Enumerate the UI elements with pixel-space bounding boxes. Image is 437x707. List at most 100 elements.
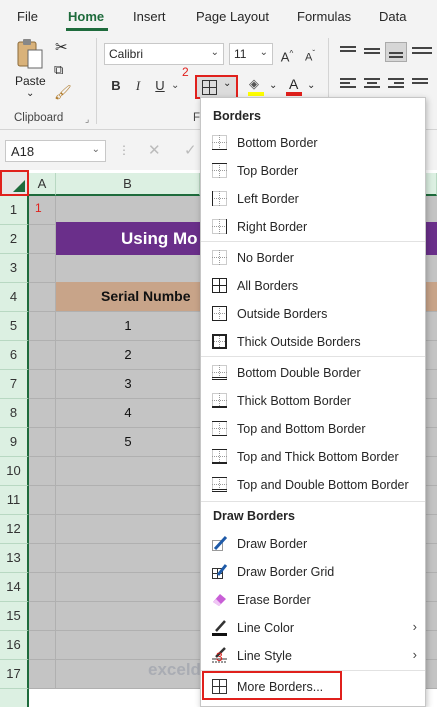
grid-cell[interactable]	[29, 515, 56, 544]
tab-file[interactable]: File	[17, 9, 38, 24]
menu-item-bottom-border[interactable]: Bottom Border	[201, 129, 425, 157]
increase-font-button[interactable]: A^	[277, 44, 297, 64]
chevron-down-icon[interactable]: ⌄	[171, 80, 179, 91]
paste-chevron-icon[interactable]: ⌄	[26, 88, 34, 99]
cancel-icon[interactable]: ✕	[148, 141, 161, 159]
tab-insert[interactable]: Insert	[133, 9, 166, 24]
font-color-button[interactable]: A	[284, 76, 304, 98]
menu-item-thick-bottom-border[interactable]: Thick Bottom Border	[201, 387, 425, 415]
grid-cell[interactable]	[29, 428, 56, 457]
row-header[interactable]: 13	[0, 544, 29, 573]
menu-item-all-borders[interactable]: All Borders	[201, 272, 425, 300]
row-header[interactable]: 1	[0, 196, 29, 225]
cut-icon[interactable]: ✂	[55, 38, 68, 56]
dialog-launcher-icon[interactable]: ⌟	[85, 114, 89, 125]
row-header[interactable]: 8	[0, 399, 29, 428]
align-center-icon[interactable]	[364, 78, 380, 92]
grid-cell[interactable]	[29, 457, 56, 486]
grid-cell[interactable]	[29, 312, 56, 341]
italic-button[interactable]: I	[128, 76, 148, 96]
menu-item-right-border[interactable]: Right Border	[201, 213, 425, 241]
serial-cell[interactable]: 1	[56, 312, 200, 341]
menu-item-top-border[interactable]: Top Border	[201, 157, 425, 185]
grid-cell[interactable]	[29, 573, 56, 602]
grid-cell[interactable]	[29, 341, 56, 370]
column-header-b[interactable]: B	[56, 173, 200, 196]
align-right-icon[interactable]	[388, 78, 404, 92]
grid-cell[interactable]	[29, 544, 56, 573]
grid-cell[interactable]	[56, 457, 200, 486]
grid-cell[interactable]	[29, 196, 56, 225]
tab-home[interactable]: Home	[68, 9, 104, 24]
underline-button[interactable]: U	[150, 76, 170, 96]
grid-cell[interactable]	[56, 486, 200, 515]
grid-cell[interactable]	[56, 631, 200, 660]
menu-item-bottom-double-border[interactable]: Bottom Double Border	[201, 359, 425, 387]
select-all-button[interactable]	[0, 170, 29, 196]
grid-cell[interactable]	[56, 196, 200, 225]
serial-cell[interactable]: 2	[56, 341, 200, 370]
grid-cell[interactable]	[29, 370, 56, 399]
row-header[interactable]: 17	[0, 660, 29, 689]
tab-formulas[interactable]: Formulas	[297, 9, 351, 24]
grid-cell[interactable]	[56, 254, 200, 283]
bottom-align-button[interactable]	[385, 42, 407, 62]
row-header[interactable]: 12	[0, 515, 29, 544]
menu-item-line-style[interactable]: Line Style ›	[201, 642, 425, 670]
bold-button[interactable]: B	[106, 76, 126, 96]
row-header[interactable]: 10	[0, 457, 29, 486]
name-box[interactable]: A18 ⌄	[5, 140, 106, 162]
grid-cell[interactable]	[29, 602, 56, 631]
menu-item-left-border[interactable]: Left Border	[201, 185, 425, 213]
chevron-down-icon[interactable]: ⌄	[307, 80, 315, 91]
format-painter-icon[interactable]: 🖌	[54, 84, 72, 101]
grid-cell[interactable]	[29, 254, 56, 283]
grid-cell[interactable]	[56, 544, 200, 573]
align-left-icon[interactable]	[340, 78, 356, 92]
middle-align-icon[interactable]	[364, 44, 380, 58]
serial-cell[interactable]: 5	[56, 428, 200, 457]
grid-cell[interactable]	[29, 660, 56, 689]
grid-cell[interactable]	[56, 573, 200, 602]
menu-item-top-and-bottom-border[interactable]: Top and Bottom Border	[201, 415, 425, 443]
menu-item-top-and-double-bottom-border[interactable]: Top and Double Bottom Border	[201, 471, 425, 499]
row-header[interactable]: 11	[0, 486, 29, 515]
grid-cell[interactable]	[29, 283, 56, 312]
grid-cell[interactable]	[29, 631, 56, 660]
decrease-font-button[interactable]: Aˇ	[300, 44, 320, 64]
indent-icon[interactable]	[412, 78, 432, 92]
row-header[interactable]: 3	[0, 254, 29, 283]
row-header[interactable]: 4	[0, 283, 29, 312]
row-header[interactable]: 2	[0, 225, 29, 254]
menu-item-erase-border[interactable]: Erase Border	[201, 586, 425, 614]
grid-cell[interactable]	[29, 486, 56, 515]
menu-item-thick-outside-borders[interactable]: Thick Outside Borders	[201, 328, 425, 356]
font-size-combo[interactable]: 11 ⌄	[229, 43, 273, 65]
enter-icon[interactable]: ✓	[184, 141, 197, 159]
row-header[interactable]: 5	[0, 312, 29, 341]
menu-item-top-and-thick-bottom-border[interactable]: Top and Thick Bottom Border	[201, 443, 425, 471]
tab-page-layout[interactable]: Page Layout	[196, 9, 269, 24]
serial-cell[interactable]: 4	[56, 399, 200, 428]
grid-cell[interactable]	[56, 602, 200, 631]
orientation-icon[interactable]	[412, 44, 432, 58]
font-name-combo[interactable]: Calibri ⌄	[104, 43, 224, 65]
row-header[interactable]: 7	[0, 370, 29, 399]
serial-cell[interactable]: 3	[56, 370, 200, 399]
menu-item-draw-border-grid[interactable]: Draw Border Grid	[201, 558, 425, 586]
row-header[interactable]: 9	[0, 428, 29, 457]
grid-cell[interactable]	[29, 399, 56, 428]
fill-color-button[interactable]: ◈	[246, 76, 268, 98]
copy-icon[interactable]: ⧉	[54, 62, 63, 78]
borders-button[interactable]: ⌄	[195, 75, 238, 99]
tab-data[interactable]: Data	[379, 9, 406, 24]
grid-cell[interactable]	[56, 515, 200, 544]
row-header[interactable]: 6	[0, 341, 29, 370]
menu-item-draw-border[interactable]: Draw Border	[201, 530, 425, 558]
column-header-a[interactable]: A	[29, 173, 56, 196]
grid-cell[interactable]	[29, 225, 56, 254]
top-align-icon[interactable]	[340, 44, 356, 58]
menu-item-outside-borders[interactable]: Outside Borders	[201, 300, 425, 328]
paste-button[interactable]	[14, 38, 46, 72]
menu-item-line-color[interactable]: Line Color ›	[201, 614, 425, 642]
